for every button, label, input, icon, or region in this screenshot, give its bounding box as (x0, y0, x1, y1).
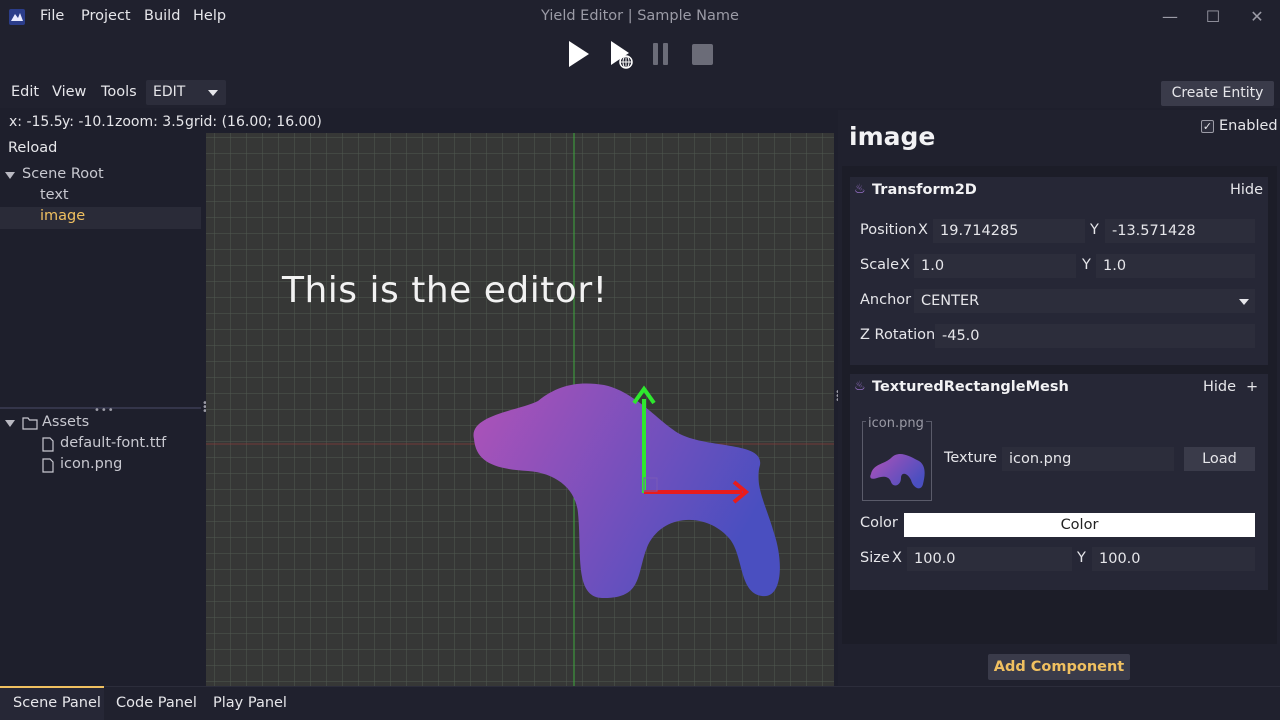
folder-icon (22, 417, 38, 430)
toolbar-menu-edit[interactable]: Edit (11, 84, 39, 100)
texture-preview-frame (862, 421, 932, 501)
size-x-input[interactable]: 100.0 (907, 547, 1072, 571)
tab-scene-panel[interactable]: Scene Panel (13, 695, 101, 711)
menu-file[interactable]: File (40, 8, 64, 24)
menu-help[interactable]: Help (193, 8, 226, 24)
color-label: Color (860, 515, 898, 531)
mode-select[interactable]: EDIT (146, 80, 226, 105)
cup-icon: ♨ (854, 379, 866, 394)
add-mesh-property-button[interactable]: + (1246, 379, 1258, 395)
texture-thumbnail (870, 454, 925, 489)
position-y-label: Y (1090, 222, 1099, 238)
pause-icon[interactable] (652, 42, 670, 66)
scale-label: Scale (860, 257, 900, 273)
color-picker-button[interactable]: Color (904, 513, 1255, 537)
play-web-icon[interactable] (609, 40, 635, 70)
title-bar (0, 0, 1280, 34)
scale-x-label: X (900, 257, 910, 273)
scale-x-input[interactable]: 1.0 (914, 254, 1076, 278)
anchor-select[interactable]: CENTER (914, 289, 1255, 313)
file-icon (42, 437, 54, 452)
menu-project[interactable]: Project (81, 8, 131, 24)
size-label: Size (860, 550, 890, 566)
z-rotation-label: Z Rotation (860, 327, 936, 343)
asset-file-item[interactable]: icon.png (60, 456, 122, 472)
size-y-input[interactable]: 100.0 (1092, 547, 1255, 571)
drag-handle-icon[interactable]: ••• (94, 405, 115, 416)
stop-icon[interactable] (691, 43, 715, 67)
create-entity-button[interactable]: Create Entity (1161, 81, 1274, 106)
assets-root-item[interactable]: Assets (42, 414, 89, 430)
scene-text-entity[interactable]: This is the editor! (282, 270, 608, 311)
enabled-checkbox[interactable]: ✓ (1201, 120, 1214, 133)
scale-y-input[interactable]: 1.0 (1096, 254, 1255, 278)
mode-select-value: EDIT (153, 84, 186, 100)
cursor-x-readout: x: -15.5 (9, 114, 63, 130)
minimize-button[interactable]: — (1158, 5, 1182, 27)
component-title: Transform2D (872, 182, 977, 198)
asset-file-item[interactable]: default-font.ttf (60, 435, 166, 451)
app-logo-icon (9, 9, 25, 25)
tab-code-panel[interactable]: Code Panel (116, 695, 197, 711)
reload-button[interactable]: Reload (8, 140, 57, 156)
texture-label: Texture (944, 450, 998, 466)
hide-component-button[interactable]: Hide (1230, 182, 1263, 198)
scene-viewport[interactable] (206, 133, 834, 686)
enabled-label: Enabled (1219, 118, 1278, 134)
scale-y-label: Y (1082, 257, 1091, 273)
position-y-input[interactable]: -13.571428 (1105, 219, 1255, 243)
play-icon[interactable] (566, 40, 592, 68)
hide-component-button[interactable]: Hide (1203, 379, 1236, 395)
collapse-triangle-icon[interactable] (5, 420, 15, 427)
scene-item-text[interactable]: text (40, 187, 69, 203)
size-y-label: Y (1077, 550, 1086, 566)
cup-icon: ♨ (854, 182, 866, 197)
scene-root-item[interactable]: Scene Root (22, 166, 104, 182)
anchor-label: Anchor (860, 292, 912, 308)
position-label: Position (860, 222, 917, 238)
load-texture-button[interactable]: Load (1184, 447, 1255, 471)
file-icon (42, 458, 54, 473)
playback-bar (0, 34, 1280, 78)
grid-readout: grid: (16.00; 16.00) (185, 114, 322, 130)
position-x-input[interactable]: 19.714285 (933, 219, 1085, 243)
component-title: TexturedRectangleMesh (872, 379, 1069, 395)
collapse-triangle-icon[interactable] (5, 172, 15, 179)
zoom-readout: zoom: 3.5 (115, 114, 185, 130)
toolbar-menu-tools[interactable]: Tools (101, 84, 137, 100)
position-x-label: X (918, 222, 928, 238)
tab-play-panel[interactable]: Play Panel (213, 695, 287, 711)
maximize-button[interactable]: ☐ (1201, 5, 1225, 27)
toolbar-menu-view[interactable]: View (52, 84, 86, 100)
texture-preview-label: icon.png (866, 416, 926, 431)
scene-item-image[interactable]: image (40, 208, 85, 224)
z-rotation-input[interactable]: -45.0 (935, 324, 1255, 348)
anchor-select-value: CENTER (921, 293, 980, 309)
close-button[interactable]: ✕ (1245, 5, 1269, 27)
menu-build[interactable]: Build (144, 8, 180, 24)
viewport-canvas[interactable] (206, 133, 834, 686)
selected-row-highlight (0, 207, 201, 229)
texture-input[interactable]: icon.png (1002, 447, 1174, 471)
chevron-down-icon (1239, 299, 1249, 305)
cursor-y-readout: y: -10.1 (62, 114, 115, 130)
size-x-label: X (892, 550, 902, 566)
add-component-button[interactable]: Add Component (988, 654, 1130, 680)
entity-name-title: image (849, 122, 936, 151)
chevron-down-icon (208, 90, 218, 96)
